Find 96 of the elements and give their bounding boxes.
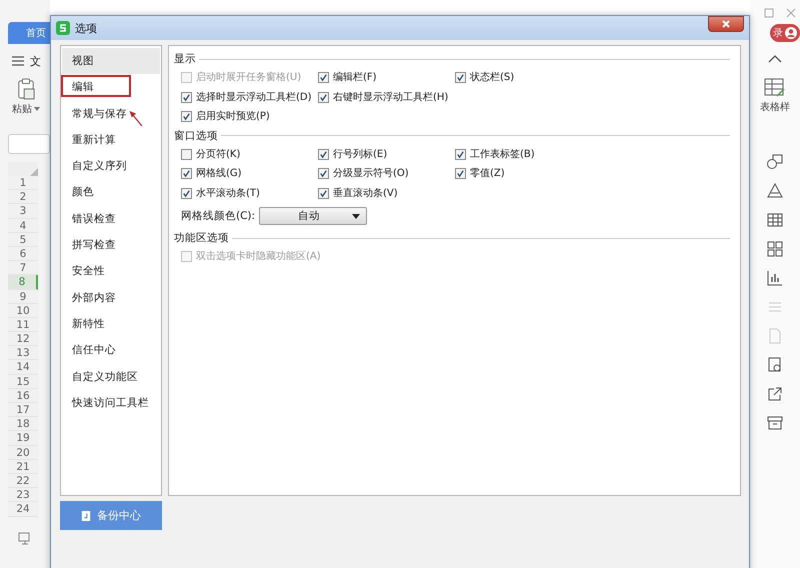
row-number[interactable]: 22 bbox=[8, 474, 38, 488]
menu-label[interactable]: 文 bbox=[30, 54, 41, 68]
category-item[interactable]: 快速访问工具栏 bbox=[62, 390, 160, 416]
checkbox[interactable] bbox=[318, 168, 329, 180]
row-number[interactable]: 2 bbox=[8, 190, 38, 204]
checkbox-label: 选择时显示浮动工具栏(D) bbox=[196, 90, 312, 104]
row-number[interactable]: 12 bbox=[8, 332, 38, 346]
shapes-icon[interactable] bbox=[767, 154, 783, 170]
section-title: 功能区选项 bbox=[174, 231, 229, 245]
category-item[interactable]: 错误检查 bbox=[62, 206, 160, 232]
paste-label[interactable]: 粘贴 bbox=[12, 102, 32, 116]
checkbox[interactable] bbox=[318, 72, 329, 84]
checkbox-label: 分级显示符号(O) bbox=[333, 167, 409, 180]
checkbox[interactable] bbox=[318, 92, 329, 103]
row-number[interactable]: 7 bbox=[8, 261, 38, 276]
row-number[interactable]: 4 bbox=[8, 218, 38, 233]
avatar-icon bbox=[785, 27, 797, 39]
category-item[interactable]: 新特性 bbox=[62, 310, 160, 338]
category-item[interactable]: 自定义序列 bbox=[62, 153, 160, 180]
checkbox[interactable] bbox=[181, 92, 192, 103]
checkbox-label: 网格线(G) bbox=[196, 167, 242, 180]
dialog-title: 选项 bbox=[75, 20, 97, 36]
backup-center-button[interactable]: 备份中心 bbox=[60, 501, 162, 530]
checkbox-label: 右键时显示浮动工具栏(H) bbox=[333, 90, 448, 104]
checkbox-label: 状态栏(S) bbox=[470, 71, 514, 84]
row-number[interactable]: 10 bbox=[8, 304, 38, 318]
category-item[interactable]: 编辑 bbox=[62, 74, 160, 101]
row-number[interactable]: 3 bbox=[8, 204, 38, 219]
home-tab[interactable]: 首页 bbox=[8, 22, 50, 44]
checkbox[interactable] bbox=[181, 168, 192, 180]
caret-icon bbox=[352, 214, 360, 218]
checkbox-label: 编辑栏(F) bbox=[333, 71, 377, 84]
checkbox[interactable] bbox=[181, 111, 192, 122]
checkbox[interactable] bbox=[455, 72, 466, 84]
category-item[interactable]: 颜色 bbox=[62, 179, 160, 206]
checkbox[interactable] bbox=[181, 188, 192, 199]
image-icon[interactable] bbox=[767, 357, 783, 373]
archive-icon[interactable] bbox=[767, 415, 783, 431]
checkbox[interactable] bbox=[318, 148, 329, 160]
checkbox-label: 垂直滚动条(V) bbox=[333, 186, 398, 200]
checkbox[interactable] bbox=[318, 188, 329, 199]
row-number[interactable]: 23 bbox=[8, 488, 38, 502]
checkbox-label: 行号列标(E) bbox=[333, 148, 388, 161]
category-item[interactable]: 安全性 bbox=[62, 258, 160, 285]
section-title: 窗口选项 bbox=[174, 128, 218, 142]
row-number[interactable]: 19 bbox=[8, 431, 38, 446]
row-number[interactable]: 1 bbox=[8, 176, 38, 190]
triangle-icon[interactable] bbox=[767, 183, 783, 199]
checkbox-label: 零值(Z) bbox=[470, 167, 505, 180]
category-item[interactable]: 常规与保存 bbox=[62, 100, 160, 127]
checkbox[interactable] bbox=[181, 148, 192, 160]
close-button[interactable] bbox=[708, 16, 744, 32]
grid-icon[interactable] bbox=[767, 241, 783, 257]
checkbox-label: 启用实时预览(P) bbox=[196, 110, 270, 124]
table-style-icon[interactable] bbox=[764, 78, 786, 98]
caret-icon[interactable] bbox=[34, 107, 40, 111]
row-number[interactable]: 11 bbox=[8, 318, 38, 332]
row-number[interactable]: 21 bbox=[8, 460, 38, 474]
category-item[interactable]: 拼写检查 bbox=[62, 232, 160, 258]
category-item[interactable]: 视图 bbox=[62, 48, 160, 74]
row-number[interactable]: 17 bbox=[8, 403, 38, 418]
row-number[interactable]: 14 bbox=[8, 360, 38, 375]
login-button[interactable]: 录 bbox=[770, 24, 800, 42]
row-number[interactable]: 15 bbox=[8, 374, 38, 389]
row-number[interactable]: 5 bbox=[8, 232, 38, 247]
section-title: 显示 bbox=[174, 52, 196, 66]
checkbox-label: 工作表标签(B) bbox=[470, 148, 535, 161]
color-dropdown[interactable]: 自动 bbox=[259, 207, 368, 225]
category-item[interactable]: 重新计算 bbox=[62, 126, 160, 154]
row-number[interactable]: 18 bbox=[8, 417, 38, 432]
checkbox-label: 启动时展开任务窗格(U) bbox=[196, 71, 302, 84]
category-item[interactable]: 外部内容 bbox=[62, 284, 160, 311]
close-icon bbox=[721, 20, 731, 28]
document-icon bbox=[81, 510, 91, 522]
table-icon[interactable] bbox=[767, 212, 783, 228]
category-item[interactable]: 信任中心 bbox=[62, 337, 160, 364]
category-item[interactable]: 自定义功能区 bbox=[62, 364, 160, 390]
row-number[interactable]: 9 bbox=[8, 290, 38, 304]
checkbox-label: 双击选项卡时隐藏功能区(A) bbox=[196, 250, 321, 264]
row-number[interactable]: 6 bbox=[8, 246, 38, 262]
checkbox-label: 分页符(K) bbox=[196, 148, 240, 161]
field-label: 网格线颜色(C): bbox=[181, 209, 256, 223]
row-number[interactable]: 8 bbox=[8, 275, 38, 290]
checkbox[interactable] bbox=[455, 148, 466, 160]
checkbox[interactable] bbox=[455, 168, 466, 180]
menu-icon[interactable] bbox=[12, 56, 24, 66]
chart-icon[interactable] bbox=[767, 270, 783, 286]
checkbox-label: 水平滚动条(T) bbox=[196, 186, 260, 200]
app-icon bbox=[56, 21, 70, 35]
share-icon[interactable] bbox=[767, 386, 783, 402]
row-number[interactable]: 16 bbox=[8, 388, 38, 403]
row-number[interactable]: 13 bbox=[8, 346, 38, 360]
paste-icon[interactable] bbox=[17, 78, 35, 100]
row-number[interactable]: 24 bbox=[8, 502, 38, 516]
table-style-label[interactable]: 表格样 bbox=[760, 100, 790, 114]
row-number[interactable]: 20 bbox=[8, 446, 38, 460]
